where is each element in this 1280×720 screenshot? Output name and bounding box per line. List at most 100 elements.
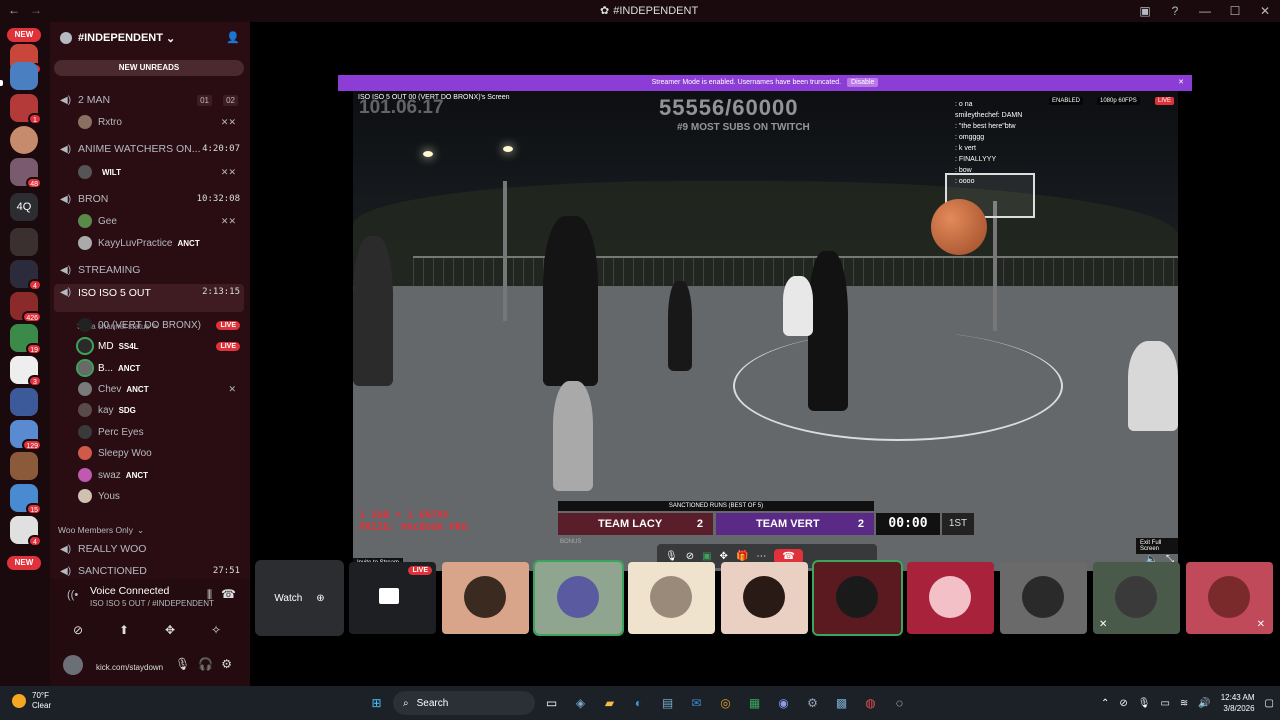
maximize-button[interactable]: ☐: [1220, 4, 1250, 18]
soundboard-icon[interactable]: ⫼: [207, 589, 212, 602]
voice-user[interactable]: WILT ✕✕: [54, 162, 244, 182]
server-icon[interactable]: 3: [10, 356, 42, 387]
voice-user[interactable]: B... ANCT: [54, 358, 244, 378]
server-icon[interactable]: 15: [10, 484, 42, 515]
new-unreads-button[interactable]: NEW UNREADS: [54, 60, 244, 76]
back-arrow-icon[interactable]: ←: [8, 3, 20, 17]
voice-channel-iso[interactable]: ◀) ISO ISO 5 OUT 2:13:15: [54, 284, 244, 312]
task-view-icon[interactable]: ▭: [539, 691, 564, 715]
close-icon[interactable]: ✕: [1178, 75, 1184, 91]
microphone-icon[interactable]: 🎙: [1138, 698, 1151, 709]
weather-widget[interactable]: 70°F Clear: [12, 691, 51, 711]
server-icon[interactable]: [10, 452, 38, 480]
voice-channel-anime[interactable]: ◀) ANIME WATCHERS ON... 4:20:07: [54, 139, 244, 159]
headphones-icon[interactable]: 🎧: [198, 657, 213, 671]
screen-share-icon[interactable]: ⬆: [106, 619, 142, 641]
participant-tile[interactable]: LIVE: [349, 562, 436, 634]
wifi-icon[interactable]: ≋: [1180, 698, 1188, 709]
close-button[interactable]: ✕: [1250, 4, 1280, 18]
search-box[interactable]: ⌕ Search: [393, 691, 535, 715]
participant-tile[interactable]: ✕: [1186, 562, 1273, 634]
discord-icon[interactable]: ◉: [771, 691, 796, 715]
participant-tile[interactable]: [721, 562, 808, 634]
minimize-button[interactable]: —: [1190, 4, 1220, 18]
voice-user[interactable]: MD SS4L LIVE: [54, 336, 244, 356]
gear-icon[interactable]: ⚙: [221, 657, 232, 671]
activities-icon[interactable]: ✥: [152, 619, 188, 641]
stream-video[interactable]: 101.06.17 ISO ISO 5 OUT 00 (VERT DO BRON…: [353, 91, 1178, 571]
participant-tile[interactable]: [533, 560, 624, 636]
voice-channel-bron[interactable]: ◀) BRON 10:32:08: [54, 189, 244, 209]
participant-tile[interactable]: [907, 562, 994, 634]
microphone-icon[interactable]: 🎙: [175, 657, 190, 671]
voice-user[interactable]: Perc Eyes: [54, 422, 244, 442]
server-icon[interactable]: 4: [10, 516, 42, 547]
widgets-icon[interactable]: ◈: [568, 691, 593, 715]
voice-channel-2-man[interactable]: ◀) 2 MAN 01 02: [54, 90, 244, 110]
category-woo-members-only[interactable]: Woo Members Only ⌄: [54, 520, 244, 540]
outlook-icon[interactable]: ✉: [684, 691, 709, 715]
inbox-icon[interactable]: ▣: [1130, 4, 1160, 18]
server-icon[interactable]: [10, 388, 38, 416]
participant-tile[interactable]: [1000, 562, 1087, 634]
voice-user[interactable]: swaz ANCT: [54, 465, 244, 485]
avatar: [836, 576, 878, 618]
folder-icon[interactable]: 4Q: [10, 193, 38, 221]
forward-arrow-icon[interactable]: →: [30, 3, 42, 17]
voice-user[interactable]: Gee ✕✕: [54, 211, 244, 231]
steam-icon[interactable]: ⚙: [800, 691, 825, 715]
avatar[interactable]: [63, 655, 83, 675]
voice-user[interactable]: Yous: [54, 486, 244, 506]
edge-icon[interactable]: ◐: [626, 691, 651, 715]
participant-tile[interactable]: ✕: [1093, 562, 1180, 634]
help-icon[interactable]: ?: [1160, 4, 1190, 18]
server-icon[interactable]: 129: [10, 420, 42, 451]
server-icon[interactable]: 19: [10, 324, 42, 355]
server-icon[interactable]: 48: [10, 158, 42, 189]
participant-tile[interactable]: [442, 562, 529, 634]
server-icon[interactable]: 1: [10, 94, 42, 125]
chevron-up-icon[interactable]: ⌃: [1101, 698, 1109, 709]
voice-user[interactable]: KayyLuvPractice ANCT: [54, 233, 244, 253]
clock[interactable]: 12:43 AM 3/8/2026: [1221, 692, 1255, 714]
invite-people-icon[interactable]: 👤: [226, 31, 240, 44]
avatar: [78, 318, 92, 332]
server-icon[interactable]: 426: [10, 292, 42, 323]
player: [353, 236, 393, 386]
disable-button[interactable]: Disable: [847, 78, 879, 87]
voice-channel-streaming[interactable]: ◀) STREAMING: [54, 260, 244, 280]
avatar: [78, 115, 92, 129]
voice-user[interactable]: Rxtro ✕✕: [54, 112, 244, 132]
participant-tile[interactable]: [812, 560, 903, 636]
notification-icon[interactable]: ▢: [1265, 698, 1274, 709]
server-header[interactable]: #INDEPENDENT ⌄ 👤: [50, 22, 250, 54]
avatar: [78, 403, 92, 417]
app-icon[interactable]: ◌: [887, 691, 912, 715]
server-icon[interactable]: 4: [10, 260, 42, 291]
voice-user[interactable]: kay SDG: [54, 400, 244, 420]
excel-icon[interactable]: ▦: [742, 691, 767, 715]
windows-start-icon[interactable]: ⊞: [364, 691, 389, 715]
participant-tile[interactable]: [628, 562, 715, 634]
app-icon[interactable]: ◍: [858, 691, 883, 715]
network-off-icon[interactable]: ⊘: [1119, 698, 1127, 709]
voice-user[interactable]: Chev ANCT ✕: [54, 379, 244, 399]
volume-icon[interactable]: 🔊: [1198, 698, 1210, 709]
store-icon[interactable]: ▤: [655, 691, 680, 715]
effects-icon[interactable]: ✧: [198, 619, 234, 641]
photos-icon[interactable]: ▩: [829, 691, 854, 715]
voice-channel-really-woo[interactable]: ◀) REALLY WOO: [54, 539, 244, 559]
server-icon[interactable]: [10, 228, 38, 256]
voice-user[interactable]: 00 (VERT DO BRONX) LIVE: [54, 315, 244, 335]
server-icon[interactable]: [10, 62, 38, 90]
server-icon[interactable]: [10, 126, 38, 154]
camera-off-icon[interactable]: ⊘: [60, 619, 96, 641]
voice-user[interactable]: Sleepy Woo: [54, 443, 244, 463]
watch-button[interactable]: Watch ⊕: [255, 560, 344, 636]
chrome-icon[interactable]: ◎: [713, 691, 738, 715]
signal-icon: ((•: [67, 589, 79, 601]
disconnect-icon[interactable]: ☎: [221, 587, 236, 601]
display-icon[interactable]: ▭: [1160, 698, 1169, 709]
voice-channel-sanctioned[interactable]: ◀) SANCTIONED 27:51: [54, 561, 244, 581]
file-explorer-icon[interactable]: ▰: [597, 691, 622, 715]
